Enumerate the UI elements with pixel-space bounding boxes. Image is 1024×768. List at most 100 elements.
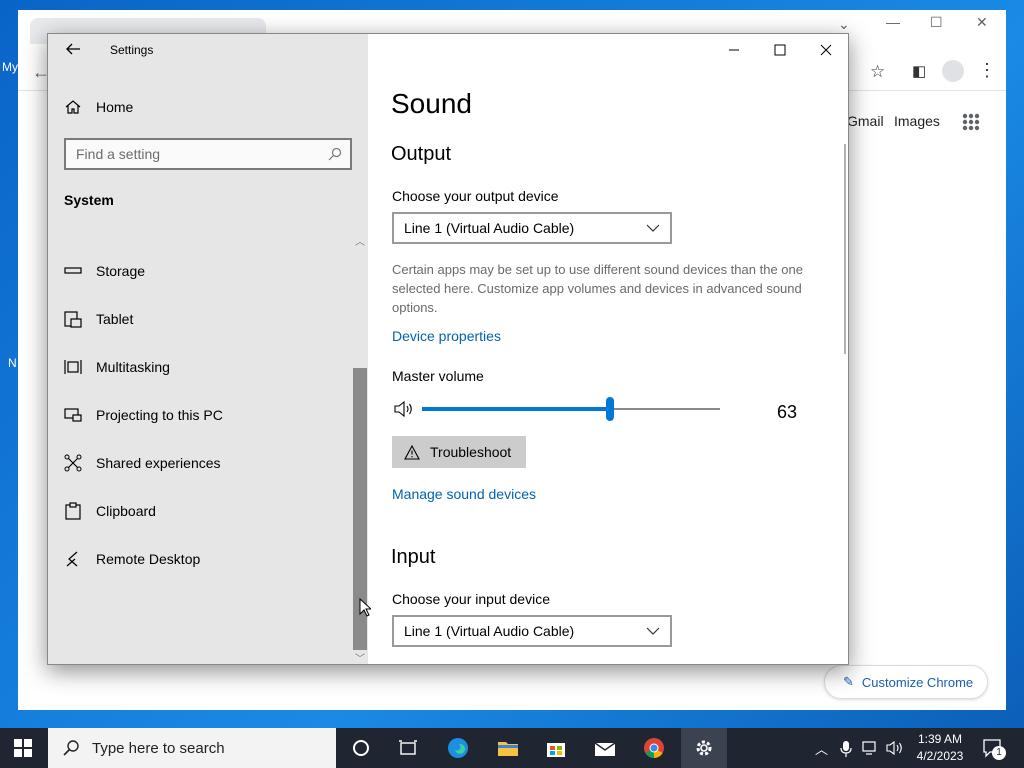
action-center-button[interactable]: 1 xyxy=(982,738,1006,763)
nav-storage-label: Storage xyxy=(96,263,146,279)
nav-shared-experiences[interactable]: Shared experiences xyxy=(64,451,221,475)
home-icon xyxy=(65,100,81,114)
nav-home[interactable]: Home xyxy=(64,95,133,119)
clock[interactable]: 1:39 AM 4/2/2023 xyxy=(912,731,968,765)
output-description: Certain apps may be set up to use differ… xyxy=(392,262,803,315)
remote-desktop-icon xyxy=(66,551,78,567)
nav-projecting-label: Projecting to this PC xyxy=(96,407,223,423)
minimize-icon[interactable]: — xyxy=(886,14,900,30)
maximize-icon[interactable]: ☐ xyxy=(930,14,943,31)
menu-kebab-icon[interactable]: ⋮ xyxy=(978,60,996,81)
chevron-down-icon xyxy=(646,224,660,232)
nav-clipboard[interactable]: Clipboard xyxy=(64,499,156,523)
shared-experiences-icon xyxy=(64,454,82,472)
clock-date: 4/2/2023 xyxy=(916,749,964,763)
tab-search-icon[interactable]: ⌄ xyxy=(838,16,850,33)
find-setting-search[interactable] xyxy=(64,138,352,170)
profile-avatar-icon[interactable] xyxy=(942,60,964,82)
desktop-icon-label[interactable]: My xyxy=(2,60,18,74)
mail-icon[interactable] xyxy=(593,736,617,760)
output-heading: Output xyxy=(391,143,452,165)
window-title: Settings xyxy=(110,43,154,57)
bookmark-star-icon[interactable]: ☆ xyxy=(870,62,885,82)
input-device-dropdown[interactable]: Line 1 (Virtual Audio Cable) xyxy=(392,615,672,647)
device-properties-link[interactable]: Device properties xyxy=(392,328,501,344)
mouse-cursor-icon xyxy=(359,598,371,617)
close-icon[interactable] xyxy=(812,40,840,60)
scroll-up-icon[interactable]: ︿ xyxy=(355,233,365,248)
side-panel-icon[interactable]: ◧ xyxy=(912,62,926,80)
task-view-icon[interactable] xyxy=(396,736,420,760)
show-hidden-icons-icon[interactable]: ︿ xyxy=(815,739,828,758)
minimize-icon[interactable] xyxy=(720,40,748,60)
customize-chrome-label: Customize Chrome xyxy=(861,674,974,690)
output-device-label: Choose your output device xyxy=(392,188,559,204)
scroll-down-icon[interactable]: ﹀ xyxy=(355,650,365,665)
clock-time: 1:39 AM xyxy=(917,732,963,746)
master-volume-value: 63 xyxy=(777,402,798,422)
clipboard-icon xyxy=(65,502,81,520)
close-icon[interactable]: ✕ xyxy=(976,14,988,31)
storage-icon xyxy=(64,267,82,274)
manage-sound-devices-link[interactable]: Manage sound devices xyxy=(392,486,536,502)
nav-storage[interactable]: Storage xyxy=(64,259,145,283)
taskbar-search[interactable]: Type here to search xyxy=(48,728,336,768)
chevron-down-icon xyxy=(646,627,660,635)
input-device-label: Choose your input device xyxy=(392,591,550,607)
microphone-icon[interactable] xyxy=(840,740,852,758)
gear-icon xyxy=(696,740,712,756)
notification-badge: 1 xyxy=(992,746,1006,760)
nav-home-label: Home xyxy=(96,99,134,115)
volume-tray-icon[interactable] xyxy=(886,740,904,756)
nav-multitasking-label: Multitasking xyxy=(96,359,170,375)
projecting-icon xyxy=(64,408,82,422)
sound-page: Sound Output Choose your output device L… xyxy=(368,34,848,664)
tablet-icon xyxy=(64,311,82,328)
master-volume-label: Master volume xyxy=(392,368,484,384)
windows-start-icon[interactable] xyxy=(14,739,32,757)
file-explorer-icon[interactable] xyxy=(496,736,520,760)
troubleshoot-label: Troubleshoot xyxy=(430,444,512,460)
main-scrollbar[interactable] xyxy=(844,144,846,354)
taskbar: Type here to search ︿ 1:39 AM 4/2/2023 1 xyxy=(0,728,1024,768)
input-device-value: Line 1 (Virtual Audio Cable) xyxy=(404,623,575,639)
nav-projecting[interactable]: Projecting to this PC xyxy=(64,403,223,427)
back-arrow-icon[interactable] xyxy=(64,40,82,58)
customize-chrome-button[interactable]: ✎ Customize Chrome xyxy=(824,665,988,699)
edge-browser-icon[interactable] xyxy=(446,736,470,760)
cortana-icon[interactable] xyxy=(349,736,373,760)
warning-icon xyxy=(404,444,420,460)
multitasking-icon xyxy=(64,360,82,374)
maximize-icon[interactable] xyxy=(766,40,794,60)
chrome-browser-icon[interactable] xyxy=(642,736,666,760)
troubleshoot-button[interactable]: Troubleshoot xyxy=(392,436,526,468)
output-device-value: Line 1 (Virtual Audio Cable) xyxy=(404,220,575,236)
settings-taskbar-button[interactable] xyxy=(681,728,727,768)
settings-window: Settings Home System ︿ Storage Tablet xyxy=(47,33,849,665)
gmail-link[interactable]: Gmail xyxy=(847,113,884,129)
master-volume-thumb[interactable] xyxy=(605,397,614,421)
nav-remote-desktop-label: Remote Desktop xyxy=(96,551,201,567)
category-heading: System xyxy=(64,192,114,208)
nav-tablet-label: Tablet xyxy=(96,311,134,327)
desktop-icon-label[interactable]: N xyxy=(8,356,17,370)
nav-clipboard-label: Clipboard xyxy=(96,503,156,519)
taskbar-search-placeholder: Type here to search xyxy=(92,739,225,757)
nav-multitasking[interactable]: Multitasking xyxy=(64,355,170,379)
find-setting-input[interactable] xyxy=(74,145,328,163)
pencil-icon: ✎ xyxy=(843,674,854,689)
nav-remote-desktop[interactable]: Remote Desktop xyxy=(64,547,200,571)
nav-shared-experiences-label: Shared experiences xyxy=(96,455,221,471)
output-device-dropdown[interactable]: Line 1 (Virtual Audio Cable) xyxy=(392,212,672,244)
microsoft-store-icon[interactable] xyxy=(544,736,568,760)
search-icon xyxy=(63,740,79,756)
nav-tablet[interactable]: Tablet xyxy=(64,307,133,331)
speaker-icon[interactable] xyxy=(394,400,414,418)
network-icon[interactable] xyxy=(862,740,880,756)
apps-grid-icon[interactable] xyxy=(962,113,980,131)
settings-sidebar: Settings Home System ︿ Storage Tablet xyxy=(48,34,368,665)
input-heading: Input xyxy=(391,546,436,568)
master-volume-fill xyxy=(422,407,610,411)
page-title: Sound xyxy=(391,88,472,119)
images-link[interactable]: Images xyxy=(894,113,940,129)
